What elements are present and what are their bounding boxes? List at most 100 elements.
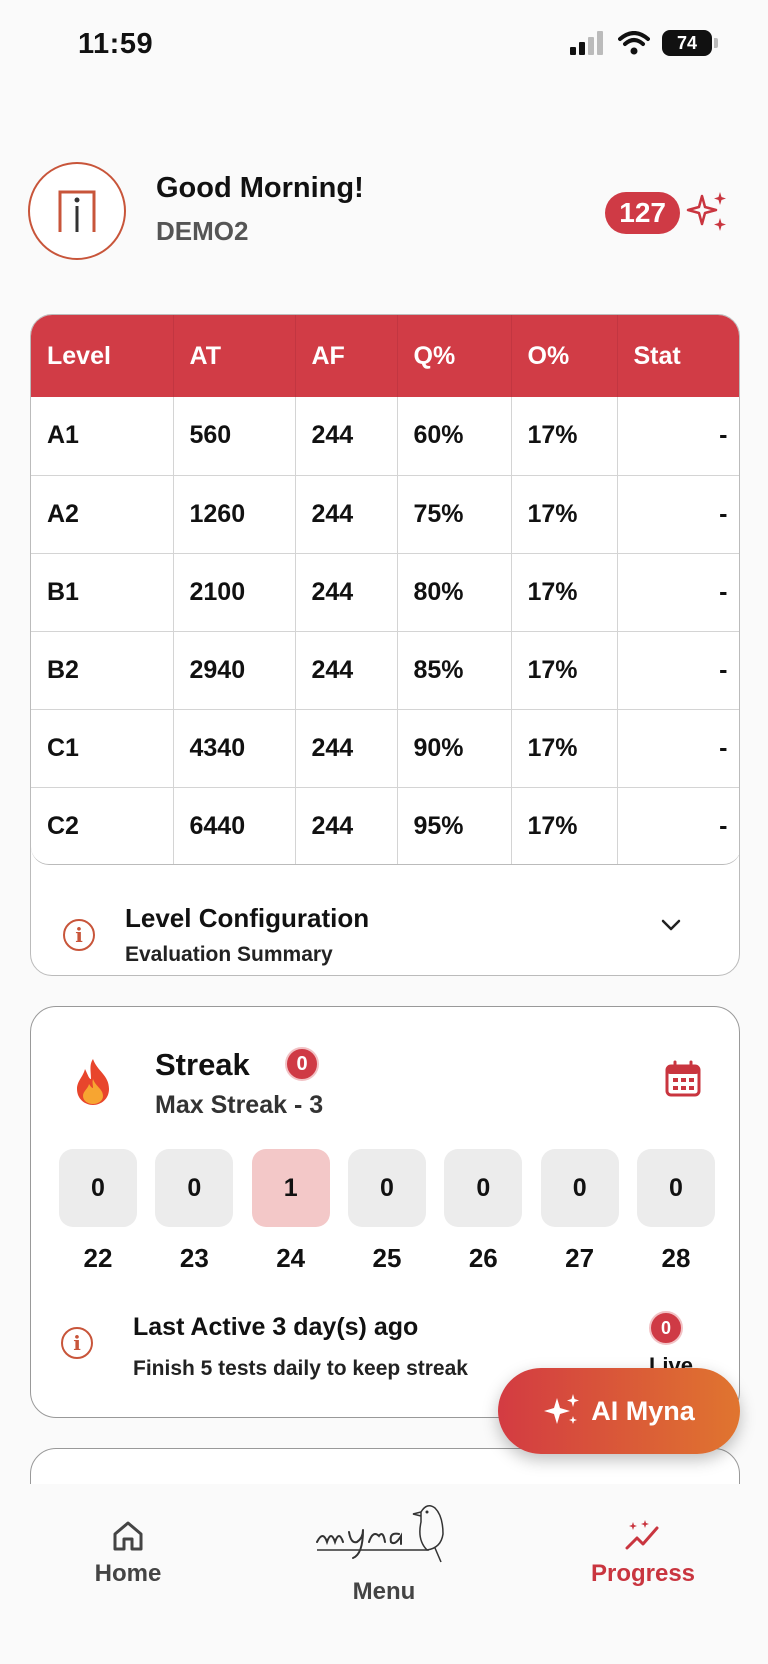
sparkle-icon[interactable] xyxy=(686,190,730,234)
table-cell: 244 xyxy=(295,787,398,864)
day-date: 27 xyxy=(565,1243,595,1273)
day-value: 0 xyxy=(347,1149,426,1227)
table-cell: - xyxy=(617,475,739,554)
table-cell: 85% xyxy=(397,631,512,710)
status-icons: 74 xyxy=(570,30,718,56)
table-row: C2 6440 244 95% 17% - xyxy=(31,787,739,864)
table-cell: 2940 xyxy=(173,631,296,710)
table-cell: - xyxy=(617,397,739,476)
table-cell: A2 xyxy=(31,475,174,554)
table-row: B1 2100 244 80% 17% - xyxy=(31,553,739,632)
table-cell: 75% xyxy=(397,475,512,554)
streak-day[interactable]: 0 23 xyxy=(155,1149,234,1274)
points-badge[interactable]: 127 xyxy=(605,192,680,234)
streak-hint-text: Finish 5 tests daily to keep streak xyxy=(133,1357,468,1380)
table-cell: C2 xyxy=(31,787,174,864)
nav-home-label: Home xyxy=(94,1560,162,1587)
day-value: 0 xyxy=(59,1149,137,1227)
streak-title: Streak xyxy=(155,1047,250,1082)
table-cell: 244 xyxy=(295,631,398,710)
table-cell: 60% xyxy=(397,397,512,476)
nav-menu[interactable]: Menu xyxy=(304,1492,464,1606)
column-header-q[interactable]: Q% xyxy=(397,315,512,397)
wifi-icon xyxy=(618,31,650,55)
profile-header: Good Morning! DEMO2 127 xyxy=(28,162,740,262)
day-value: 0 xyxy=(636,1149,715,1227)
table-cell: - xyxy=(617,553,739,632)
progress-chart-icon xyxy=(625,1520,659,1550)
table-row: B2 2940 244 85% 17% - xyxy=(31,631,739,710)
column-header-level[interactable]: Level xyxy=(31,315,174,397)
nav-menu-label: Menu xyxy=(352,1578,416,1605)
table-row: A1 560 244 60% 17% - xyxy=(31,397,739,476)
app-logo[interactable] xyxy=(28,162,126,260)
username: DEMO2 xyxy=(156,216,249,246)
nav-home[interactable]: Home xyxy=(78,1518,178,1588)
table-cell: C1 xyxy=(31,709,174,788)
column-header-stat[interactable]: Stat xyxy=(617,315,739,397)
table-cell: - xyxy=(617,787,739,864)
streak-day[interactable]: 0 22 xyxy=(59,1149,137,1274)
nav-progress[interactable]: Progress xyxy=(568,1518,718,1588)
table-cell: A1 xyxy=(31,397,174,476)
table-cell: 95% xyxy=(397,787,512,864)
table-cell: 90% xyxy=(397,709,512,788)
table-cell: 17% xyxy=(511,787,618,864)
home-icon xyxy=(113,1521,143,1551)
battery-indicator: 74 xyxy=(662,30,718,56)
table-cell: 17% xyxy=(511,709,618,788)
level-config-title: Level Configuration xyxy=(125,903,370,933)
flame-icon xyxy=(77,1059,109,1105)
table-cell: 1260 xyxy=(173,475,296,554)
gate-logo-icon xyxy=(58,190,96,232)
info-icon: i xyxy=(63,919,95,951)
day-date: 23 xyxy=(179,1243,209,1273)
table-cell: 2100 xyxy=(173,553,296,632)
table-cell: 244 xyxy=(295,709,398,788)
level-config-subtitle: Evaluation Summary xyxy=(125,943,333,966)
table-cell: 6440 xyxy=(173,787,296,864)
table-cell: 17% xyxy=(511,397,618,476)
table-cell: 17% xyxy=(511,553,618,632)
day-date: 25 xyxy=(372,1243,402,1273)
day-value: 0 xyxy=(540,1149,619,1227)
info-icon: i xyxy=(61,1327,93,1359)
ai-myna-button[interactable]: AI Myna xyxy=(498,1368,740,1454)
column-header-af[interactable]: AF xyxy=(295,315,398,397)
level-table-card: Level AT AF Q% O% Stat A1 560 244 60% 17… xyxy=(30,314,740,976)
streak-day[interactable]: 0 28 xyxy=(636,1149,715,1274)
table-cell: 244 xyxy=(295,397,398,476)
day-date: 22 xyxy=(83,1243,113,1273)
myna-bird-logo-icon xyxy=(316,1505,444,1563)
table-header-row: Level AT AF Q% O% Stat xyxy=(31,315,739,397)
chevron-down-icon[interactable] xyxy=(659,913,683,937)
day-value: 0 xyxy=(155,1149,234,1227)
status-time: 11:59 xyxy=(78,28,154,60)
level-config-toggle[interactable]: i Level Configuration Evaluation Summary xyxy=(31,867,739,975)
last-active-text: Last Active 3 day(s) ago xyxy=(133,1313,419,1341)
ai-myna-label: AI Myna xyxy=(591,1395,695,1426)
table-cell: - xyxy=(617,631,739,710)
level-table: Level AT AF Q% O% Stat A1 560 244 60% 17… xyxy=(31,315,739,864)
calendar-icon[interactable] xyxy=(663,1059,703,1099)
table-cell: - xyxy=(617,709,739,788)
day-value: 0 xyxy=(444,1149,523,1227)
table-cell: 244 xyxy=(295,553,398,632)
day-date: 28 xyxy=(661,1243,691,1273)
signal-icon xyxy=(570,31,603,55)
level-table-scroll[interactable]: Level AT AF Q% O% Stat A1 560 244 60% 17… xyxy=(31,315,739,865)
table-row: A2 1260 244 75% 17% - xyxy=(31,475,739,554)
table-cell: B2 xyxy=(31,631,174,710)
table-cell: 17% xyxy=(511,631,618,710)
column-header-o[interactable]: O% xyxy=(511,315,618,397)
table-cell: 244 xyxy=(295,475,398,554)
greeting-text: Good Morning! xyxy=(156,172,364,204)
streak-day[interactable]: 0 26 xyxy=(444,1149,523,1274)
streak-day[interactable]: 1 24 xyxy=(251,1149,330,1274)
streak-days: 0 22 0 23 1 24 0 25 0 26 0 27 0 28 xyxy=(59,1149,715,1274)
column-header-at[interactable]: AT xyxy=(173,315,296,397)
day-date: 24 xyxy=(276,1243,306,1273)
streak-day[interactable]: 0 25 xyxy=(347,1149,426,1274)
streak-day[interactable]: 0 27 xyxy=(540,1149,619,1274)
table-cell: 80% xyxy=(397,553,512,632)
